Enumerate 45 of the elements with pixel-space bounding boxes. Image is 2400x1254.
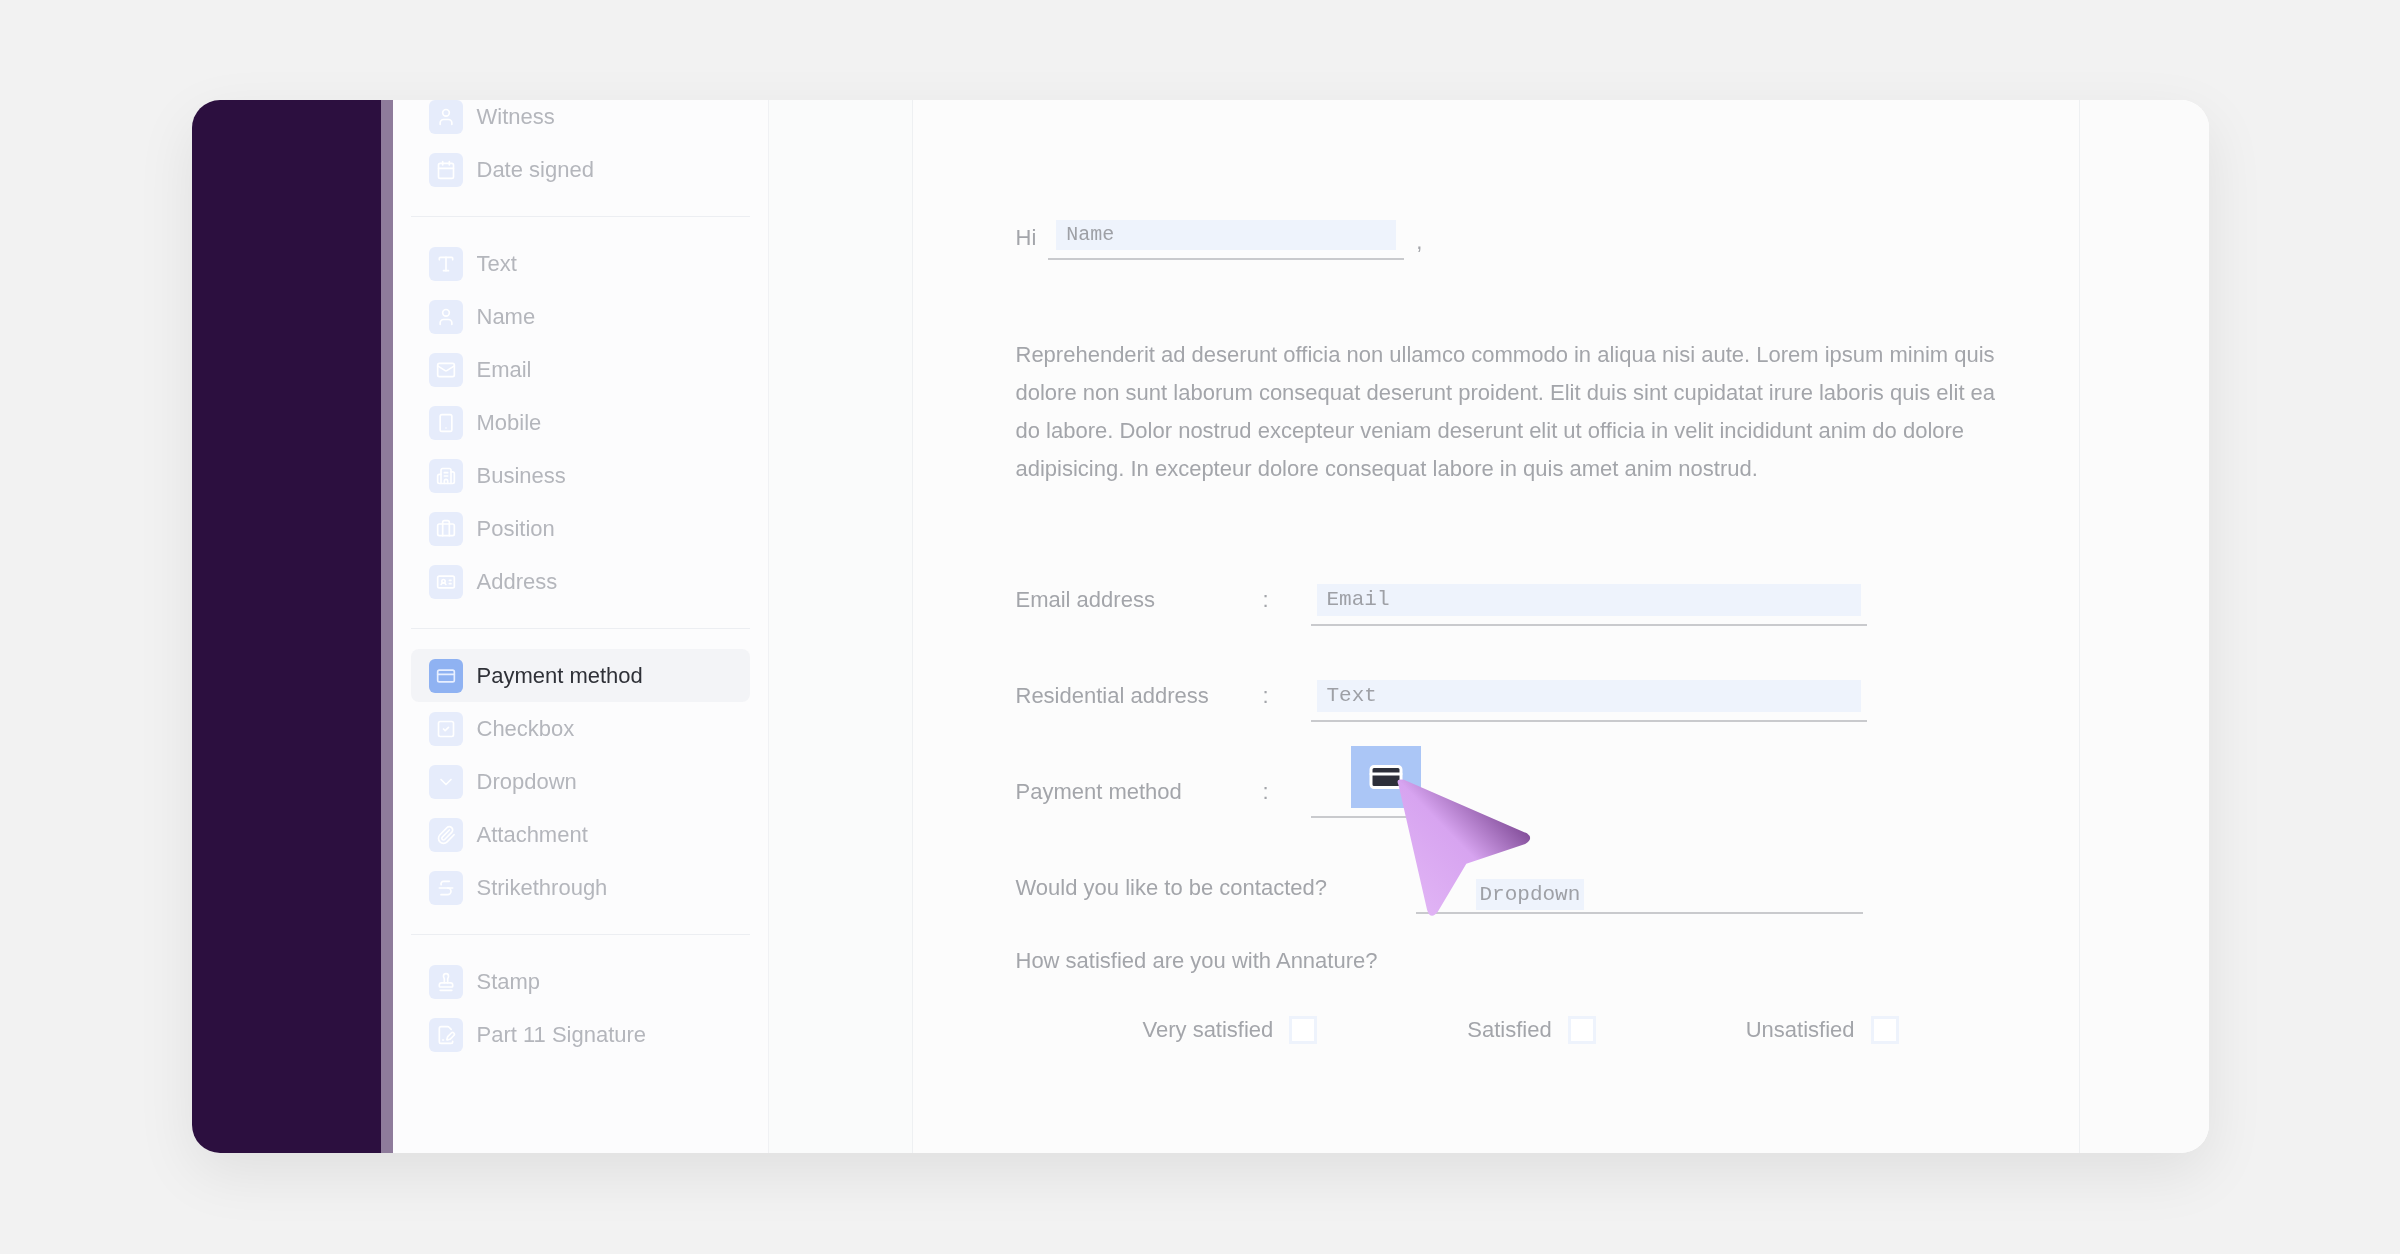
id-card-icon (428, 564, 463, 599)
sidebar-item[interactable]: Witness (410, 100, 750, 143)
greeting-text: Hi (1015, 224, 1037, 252)
field-label: Email address (1015, 586, 1156, 614)
colon-text: : (1262, 682, 1270, 710)
comma-text: , (1416, 228, 1423, 256)
option-label: Very satisfied (1142, 1016, 1274, 1044)
colon-text: : (1262, 586, 1270, 614)
sidebar-item[interactable]: Text (410, 237, 750, 290)
sidebar-item[interactable]: Date signed (410, 143, 750, 196)
dropdown-icon (428, 764, 463, 799)
strikethrough-icon (428, 870, 463, 905)
sidebar-item[interactable]: Dropdown (410, 755, 750, 808)
sidebar-item[interactable]: Stamp (410, 955, 750, 1008)
person-icon (428, 299, 463, 334)
sidebar-item[interactable]: Email (410, 343, 750, 396)
envelope-icon (428, 352, 463, 387)
paperclip-icon (428, 817, 463, 852)
question-text: How satisfied are you with Annature? (1015, 947, 1379, 975)
phone-icon (428, 405, 463, 440)
signature-lock-icon (428, 1017, 463, 1052)
colon-text: : (1262, 778, 1270, 806)
option-label: Unsatisfied (1745, 1016, 1855, 1044)
field-label: Payment method (1015, 778, 1183, 806)
sidebar-item[interactable]: Attachment (410, 808, 750, 861)
building-icon (428, 458, 463, 493)
briefcase-icon (428, 511, 463, 546)
option-label: Satisfied (1467, 1016, 1552, 1044)
sidebar-item[interactable]: Mobile (410, 396, 750, 449)
body-paragraph: Reprehenderit ad deserunt officia non ullamco commodo in aliqua nisi aute. Lorem ipsum minim quis dolore non sunt laborum consequat deserunt proident. Elit duis sint cupidatat irure laboris quis elit ea do labore. Dolor nostrud excepteur veniam deserunt elit ut officia in velit incididunt anim do dolore adipisicing. In excepteur dolore consequat labore in quis amet anim nostrud. (1015, 341, 1996, 483)
sidebar-item[interactable]: Position (410, 502, 750, 555)
credit-card-icon (428, 658, 463, 693)
sidebar-item[interactable]: Business (410, 449, 750, 502)
stamp-icon (428, 964, 463, 999)
checkbox-icon (428, 711, 463, 746)
field-label: Residential address (1015, 682, 1210, 710)
sidebar-item[interactable]: Strikethrough (410, 861, 750, 914)
calendar-icon (428, 152, 463, 187)
field-label: Would you like to be contacted? (1015, 874, 1328, 902)
sidebar-item[interactable]: Name (410, 290, 750, 343)
sidebar-item[interactable]: Payment method (410, 649, 750, 702)
sidebar-item[interactable]: Part 11 Signature (410, 1008, 750, 1061)
sidebar-item[interactable]: Checkbox (410, 702, 750, 755)
sidebar-item[interactable]: Address (410, 555, 750, 608)
text-icon (428, 246, 463, 281)
